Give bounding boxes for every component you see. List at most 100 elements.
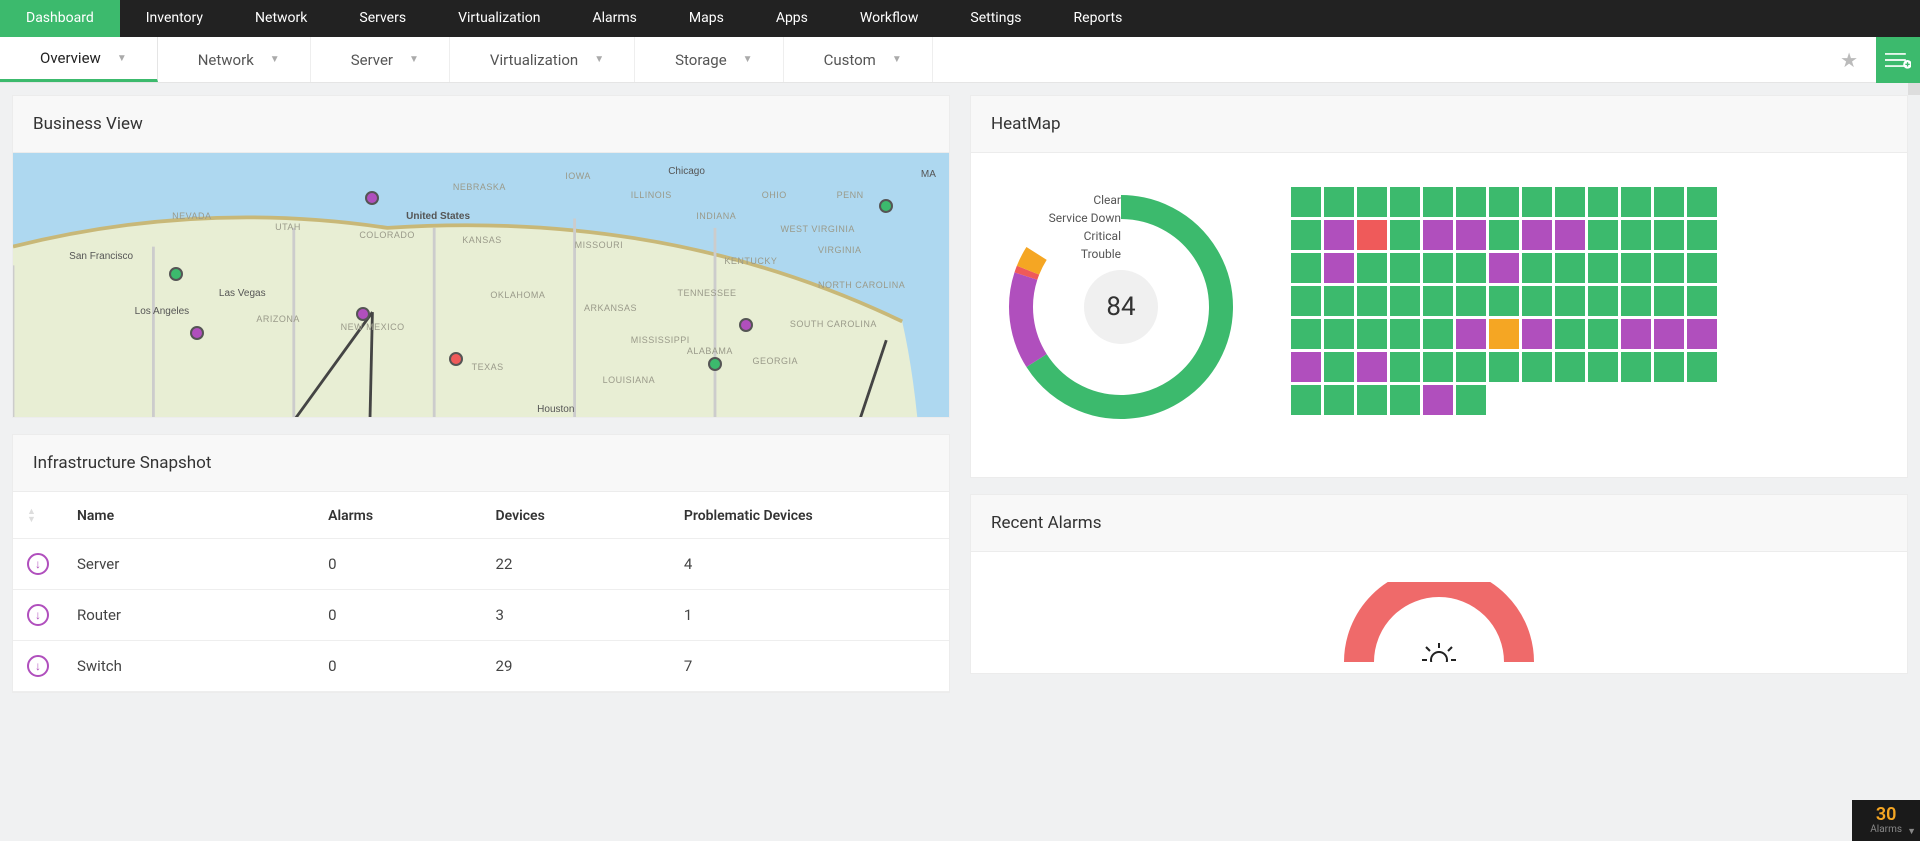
heatmap-cell[interactable] bbox=[1291, 352, 1321, 382]
heatmap-cell[interactable] bbox=[1489, 253, 1519, 283]
heatmap-cell[interactable] bbox=[1456, 385, 1486, 415]
business-view-map[interactable]: United StatesSan FranciscoLos AngelesLas… bbox=[13, 153, 949, 417]
heatmap-cell[interactable] bbox=[1621, 286, 1651, 316]
heatmap-cell[interactable] bbox=[1522, 187, 1552, 217]
heatmap-cell[interactable] bbox=[1489, 352, 1519, 382]
heatmap-cell[interactable] bbox=[1522, 286, 1552, 316]
topnav-item-servers[interactable]: Servers bbox=[333, 0, 432, 37]
heatmap-cell[interactable] bbox=[1522, 352, 1552, 382]
heatmap-cell[interactable] bbox=[1654, 319, 1684, 349]
heatmap-cell[interactable] bbox=[1588, 220, 1618, 250]
topnav-item-workflow[interactable]: Workflow bbox=[834, 0, 945, 37]
heatmap-cell[interactable] bbox=[1489, 187, 1519, 217]
favorite-icon[interactable]: ★ bbox=[1822, 48, 1876, 72]
topnav-item-settings[interactable]: Settings bbox=[944, 0, 1047, 37]
heatmap-cell[interactable] bbox=[1390, 220, 1420, 250]
column-header-devices[interactable]: Devices bbox=[496, 508, 684, 524]
map-node-s--carolina[interactable] bbox=[739, 318, 753, 332]
heatmap-cell[interactable] bbox=[1588, 319, 1618, 349]
heatmap-cell[interactable] bbox=[1621, 253, 1651, 283]
topnav-item-apps[interactable]: Apps bbox=[750, 0, 834, 37]
subnav-item-custom[interactable]: Custom▼ bbox=[784, 37, 933, 82]
heatmap-cell[interactable] bbox=[1390, 319, 1420, 349]
heatmap-cell[interactable] bbox=[1423, 286, 1453, 316]
table-row[interactable]: ↓Switch0297 bbox=[13, 641, 949, 692]
heatmap-cell[interactable] bbox=[1687, 253, 1717, 283]
heatmap-cell[interactable] bbox=[1654, 220, 1684, 250]
heatmap-cell[interactable] bbox=[1588, 352, 1618, 382]
alarm-count-pill[interactable]: 30 Alarms ▼ bbox=[1852, 800, 1920, 841]
heatmap-cell[interactable] bbox=[1291, 220, 1321, 250]
heatmap-cell[interactable] bbox=[1687, 187, 1717, 217]
map-node-colorado[interactable] bbox=[365, 191, 379, 205]
heatmap-cell[interactable] bbox=[1555, 187, 1585, 217]
heatmap-cell[interactable] bbox=[1588, 253, 1618, 283]
heatmap-cell[interactable] bbox=[1489, 286, 1519, 316]
heatmap-cell[interactable] bbox=[1687, 352, 1717, 382]
heatmap-cell[interactable] bbox=[1357, 286, 1387, 316]
table-row[interactable]: ↓Server0224 bbox=[13, 539, 949, 590]
heatmap-cell[interactable] bbox=[1324, 352, 1354, 382]
subnav-item-storage[interactable]: Storage▼ bbox=[635, 37, 783, 82]
heatmap-cell[interactable] bbox=[1423, 352, 1453, 382]
heatmap-cell[interactable] bbox=[1522, 253, 1552, 283]
map-node-georgia[interactable] bbox=[708, 357, 722, 371]
heatmap-cell[interactable] bbox=[1357, 187, 1387, 217]
heatmap-cell[interactable] bbox=[1654, 253, 1684, 283]
heatmap-cell[interactable] bbox=[1423, 187, 1453, 217]
heatmap-cell[interactable] bbox=[1390, 253, 1420, 283]
heatmap-cell[interactable] bbox=[1621, 319, 1651, 349]
heatmap-cell[interactable] bbox=[1423, 253, 1453, 283]
recent-alarms-chart[interactable] bbox=[1329, 582, 1549, 662]
heatmap-cell[interactable] bbox=[1456, 319, 1486, 349]
add-widget-button[interactable] bbox=[1876, 37, 1920, 83]
subnav-item-virtualization[interactable]: Virtualization▼ bbox=[450, 37, 635, 82]
heatmap-cell[interactable] bbox=[1654, 286, 1684, 316]
column-header-problematic[interactable]: Problematic Devices bbox=[684, 508, 935, 524]
heatmap-cell[interactable] bbox=[1687, 286, 1717, 316]
heatmap-cell[interactable] bbox=[1390, 187, 1420, 217]
map-node-texas[interactable] bbox=[449, 352, 463, 366]
heatmap-cell[interactable] bbox=[1291, 385, 1321, 415]
heatmap-cell[interactable] bbox=[1324, 220, 1354, 250]
heatmap-cell[interactable] bbox=[1357, 352, 1387, 382]
heatmap-cell[interactable] bbox=[1654, 187, 1684, 217]
heatmap-cell[interactable] bbox=[1489, 220, 1519, 250]
heatmap-cell[interactable] bbox=[1357, 220, 1387, 250]
map-node-new-mexico[interactable] bbox=[356, 307, 370, 321]
heatmap-cell[interactable] bbox=[1588, 286, 1618, 316]
heatmap-cell[interactable] bbox=[1324, 253, 1354, 283]
topnav-item-virtualization[interactable]: Virtualization bbox=[432, 0, 566, 37]
column-header-alarms[interactable]: Alarms bbox=[328, 508, 495, 524]
heatmap-grid[interactable] bbox=[1291, 187, 1717, 437]
heatmap-cell[interactable] bbox=[1456, 286, 1486, 316]
heatmap-donut-chart[interactable]: ClearService DownCriticalTrouble 84 bbox=[991, 177, 1251, 437]
heatmap-cell[interactable] bbox=[1555, 319, 1585, 349]
heatmap-cell[interactable] bbox=[1588, 187, 1618, 217]
heatmap-cell[interactable] bbox=[1324, 187, 1354, 217]
heatmap-cell[interactable] bbox=[1621, 220, 1651, 250]
topnav-item-maps[interactable]: Maps bbox=[663, 0, 750, 37]
map-node-california[interactable] bbox=[169, 267, 183, 281]
topnav-item-reports[interactable]: Reports bbox=[1048, 0, 1149, 37]
heatmap-cell[interactable] bbox=[1390, 385, 1420, 415]
heatmap-cell[interactable] bbox=[1324, 319, 1354, 349]
heatmap-cell[interactable] bbox=[1687, 319, 1717, 349]
heatmap-cell[interactable] bbox=[1522, 319, 1552, 349]
heatmap-cell[interactable] bbox=[1324, 385, 1354, 415]
heatmap-cell[interactable] bbox=[1456, 352, 1486, 382]
heatmap-cell[interactable] bbox=[1654, 352, 1684, 382]
heatmap-cell[interactable] bbox=[1456, 220, 1486, 250]
heatmap-cell[interactable] bbox=[1555, 286, 1585, 316]
heatmap-cell[interactable] bbox=[1456, 253, 1486, 283]
heatmap-cell[interactable] bbox=[1555, 220, 1585, 250]
heatmap-cell[interactable] bbox=[1423, 220, 1453, 250]
heatmap-cell[interactable] bbox=[1390, 286, 1420, 316]
heatmap-cell[interactable] bbox=[1522, 220, 1552, 250]
heatmap-cell[interactable] bbox=[1357, 385, 1387, 415]
heatmap-cell[interactable] bbox=[1324, 286, 1354, 316]
heatmap-cell[interactable] bbox=[1357, 319, 1387, 349]
heatmap-cell[interactable] bbox=[1687, 220, 1717, 250]
heatmap-cell[interactable] bbox=[1423, 385, 1453, 415]
heatmap-cell[interactable] bbox=[1621, 352, 1651, 382]
